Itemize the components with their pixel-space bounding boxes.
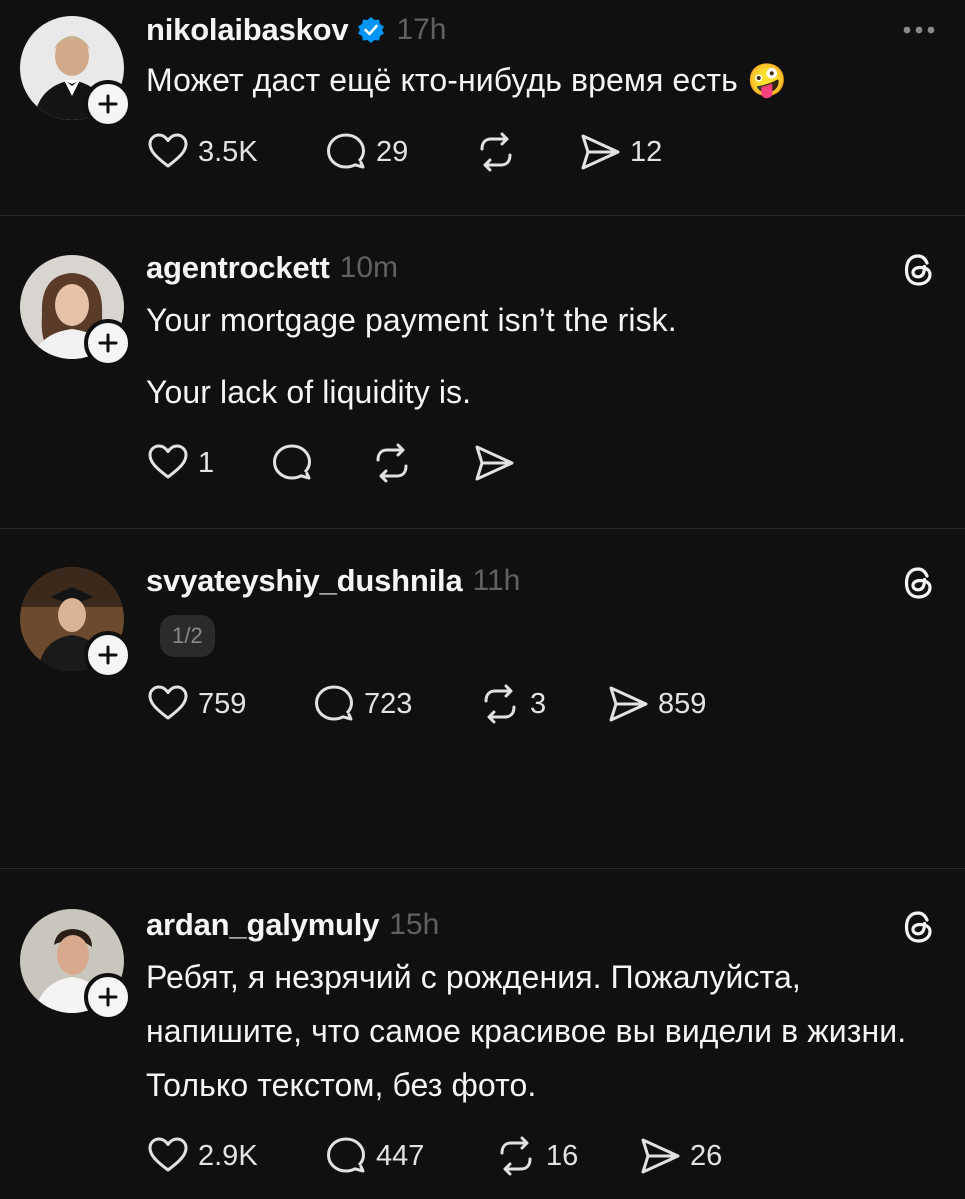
repost-button[interactable]: 3 — [478, 682, 606, 726]
repost-arrows-icon — [376, 443, 408, 483]
action-bar: 1 — [146, 435, 939, 491]
post-card[interactable]: nikolaibaskov 17h Может даст ещё кто-ниб… — [0, 0, 965, 216]
send-paper-plane-icon — [581, 134, 620, 170]
send-paper-plane-icon — [641, 1138, 680, 1174]
reply-button[interactable] — [270, 441, 370, 485]
like-count: 2.9K — [198, 1139, 258, 1172]
post-card[interactable]: ardan_galymuly 15h Ребят, я незрячий с р… — [0, 869, 965, 1199]
post-text: Your lack of liquidity is. — [146, 374, 472, 410]
threads-logo[interactable] — [899, 907, 939, 952]
reply-button[interactable]: 29 — [324, 130, 474, 174]
post-text: Your mortgage payment isn’t the risk. — [146, 302, 677, 338]
plus-icon — [98, 645, 118, 665]
like-button[interactable]: 1 — [146, 441, 270, 485]
like-count: 759 — [198, 687, 247, 720]
username[interactable]: svyateyshiy_dushnila — [146, 563, 463, 599]
plus-icon — [98, 987, 118, 1007]
share-button[interactable]: 859 — [606, 682, 706, 726]
share-button[interactable]: 26 — [638, 1134, 722, 1178]
avatar[interactable] — [20, 909, 132, 1021]
username[interactable]: nikolaibaskov — [146, 12, 349, 48]
verified-badge-icon — [358, 17, 385, 43]
reply-button[interactable]: 723 — [312, 682, 478, 726]
comment-bubble-icon — [273, 444, 311, 480]
share-count: 12 — [630, 135, 663, 168]
thread-pager[interactable]: 1/2 — [160, 614, 215, 657]
threads-logo[interactable] — [899, 563, 939, 608]
post-card[interactable]: agentrockett 10m Your mortgage payment i… — [0, 216, 965, 529]
repost-button[interactable] — [370, 441, 472, 485]
post-text: 1/2 — [146, 606, 939, 660]
threads-logo-icon — [904, 567, 932, 599]
repost-count: 16 — [546, 1139, 579, 1172]
post-timestamp: 17h — [396, 13, 447, 46]
username[interactable]: agentrockett — [146, 250, 330, 286]
post-timestamp: 11h — [472, 564, 521, 597]
repost-arrows-icon — [480, 132, 512, 172]
repost-button[interactable]: 16 — [494, 1134, 638, 1178]
send-paper-plane-icon — [609, 686, 648, 722]
reply-count: 447 — [376, 1139, 425, 1172]
more-dots-icon — [903, 26, 935, 34]
more-options-button[interactable] — [899, 10, 939, 50]
action-bar: 2.9K 447 16 26 — [146, 1128, 939, 1184]
avatar[interactable] — [20, 16, 132, 128]
follow-button[interactable] — [84, 631, 132, 679]
post-timestamp: 15h — [389, 908, 440, 941]
comment-bubble-icon — [327, 1137, 365, 1173]
action-bar: 3.5K 29 12 — [146, 124, 939, 180]
reply-count: 29 — [376, 135, 409, 168]
like-count: 3.5K — [198, 135, 258, 168]
threads-logo-icon — [904, 254, 932, 286]
repost-count: 3 — [530, 687, 547, 720]
like-button[interactable]: 759 — [146, 682, 312, 726]
action-bar: 759 723 3 859 — [146, 676, 939, 732]
comment-bubble-icon — [327, 133, 365, 169]
reply-button[interactable]: 447 — [324, 1134, 494, 1178]
heart-icon — [148, 1137, 188, 1172]
like-count: 1 — [198, 446, 215, 479]
avatar[interactable] — [20, 567, 132, 679]
heart-icon — [148, 685, 188, 720]
threads-feed: nikolaibaskov 17h Может даст ещё кто-ниб… — [0, 0, 965, 1199]
comment-bubble-icon — [315, 685, 353, 721]
post-timestamp: 10m — [339, 251, 399, 284]
heart-icon — [148, 444, 188, 479]
share-button[interactable] — [472, 441, 524, 485]
follow-button[interactable] — [84, 319, 132, 367]
threads-logo-icon — [904, 911, 932, 943]
follow-button[interactable] — [84, 80, 132, 128]
avatar[interactable] — [20, 255, 132, 367]
repost-button[interactable] — [474, 130, 578, 174]
like-button[interactable]: 3.5K — [146, 130, 324, 174]
repost-arrows-icon — [484, 684, 516, 724]
post-card[interactable]: svyateyshiy_dushnila 11h 1/2 759 723 3 8… — [0, 529, 965, 869]
post-text: Ребят, я незрячий с рождения. Пожалуйста… — [146, 959, 916, 1103]
username[interactable]: ardan_galymuly — [146, 907, 379, 943]
share-count: 859 — [658, 687, 707, 720]
repost-arrows-icon — [500, 1136, 532, 1176]
follow-button[interactable] — [84, 973, 132, 1021]
plus-icon — [98, 94, 118, 114]
threads-logo[interactable] — [899, 250, 939, 295]
share-count: 26 — [690, 1139, 723, 1172]
post-text: Может даст ещё кто-нибудь время есть 🤪 — [146, 62, 787, 98]
reply-count: 723 — [364, 687, 413, 720]
like-button[interactable]: 2.9K — [146, 1134, 324, 1178]
plus-icon — [98, 333, 118, 353]
share-button[interactable]: 12 — [578, 130, 662, 174]
send-paper-plane-icon — [475, 445, 514, 481]
heart-icon — [148, 133, 188, 168]
